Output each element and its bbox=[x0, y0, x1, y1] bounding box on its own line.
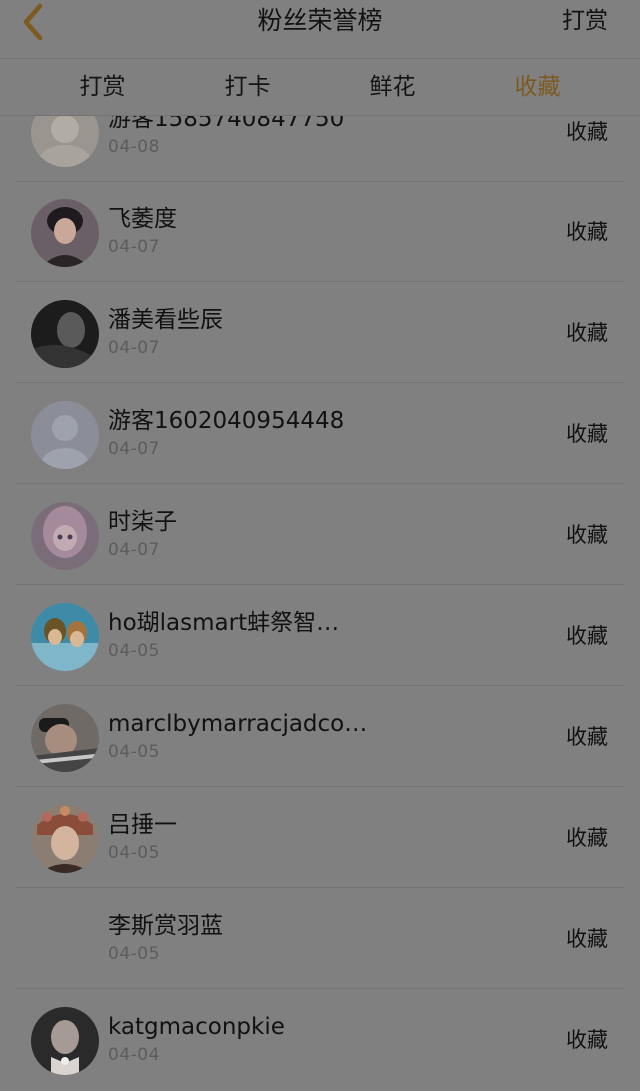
divider bbox=[16, 685, 624, 686]
avatar bbox=[31, 300, 99, 368]
divider bbox=[16, 988, 624, 989]
divider bbox=[16, 483, 624, 484]
action-type-label: 收藏 bbox=[566, 321, 608, 345]
action-type-label: 收藏 bbox=[566, 624, 608, 648]
divider bbox=[16, 887, 624, 888]
user-name: 飞萎度 bbox=[108, 206, 177, 232]
action-type-label: 收藏 bbox=[566, 725, 608, 749]
list-item[interactable]: 飞萎度 04-07 收藏 bbox=[0, 182, 640, 282]
list-item[interactable]: 吕捶一 04-05 收藏 bbox=[0, 788, 640, 888]
user-name: 游客1602040954448 bbox=[108, 408, 345, 434]
tab-flowers[interactable]: 鲜花 bbox=[320, 59, 465, 115]
nav-header: 粉丝荣誉榜 打赏 bbox=[0, 0, 640, 59]
divider bbox=[16, 584, 624, 585]
user-name: 时柒子 bbox=[108, 509, 177, 535]
user-name: 李斯赏羽蓝 bbox=[108, 913, 223, 939]
list-item[interactable]: 潘美看些辰 04-07 收藏 bbox=[0, 283, 640, 383]
date-label: 04-07 bbox=[108, 540, 160, 560]
avatar bbox=[31, 704, 99, 772]
user-name: 潘美看些辰 bbox=[108, 307, 223, 333]
date-label: 04-05 bbox=[108, 843, 160, 863]
action-type-label: 收藏 bbox=[566, 1028, 608, 1052]
date-label: 04-07 bbox=[108, 439, 160, 459]
tab-bar: 打赏 打卡 鲜花 收藏 bbox=[0, 59, 640, 116]
user-name: 吕捶一 bbox=[108, 812, 177, 838]
action-type-label: 收藏 bbox=[566, 220, 608, 244]
avatar bbox=[31, 199, 99, 267]
user-name: ho瑚lasmart蚌祭智… bbox=[108, 610, 340, 636]
user-name: katgmaconpkie bbox=[108, 1014, 285, 1040]
action-type-label: 收藏 bbox=[566, 120, 608, 144]
tab-checkin[interactable]: 打卡 bbox=[175, 59, 320, 115]
divider bbox=[16, 382, 624, 383]
date-label: 04-07 bbox=[108, 237, 160, 257]
avatar bbox=[31, 603, 99, 671]
action-type-label: 收藏 bbox=[566, 826, 608, 850]
action-type-label: 收藏 bbox=[566, 422, 608, 446]
tab-favorites[interactable]: 收藏 bbox=[465, 59, 610, 115]
avatar bbox=[31, 805, 99, 873]
avatar bbox=[31, 401, 99, 469]
date-label: 04-05 bbox=[108, 742, 160, 762]
user-name: marclbymarracjadco… bbox=[108, 711, 368, 737]
date-label: 04-07 bbox=[108, 338, 160, 358]
list-item[interactable]: marclbymarracjadco… 04-05 收藏 bbox=[0, 687, 640, 787]
list-item[interactable]: 李斯赏羽蓝 04-05 收藏 bbox=[0, 889, 640, 989]
avatar bbox=[31, 502, 99, 570]
date-label: 04-05 bbox=[108, 641, 160, 661]
date-label: 04-08 bbox=[108, 137, 160, 157]
divider bbox=[16, 786, 624, 787]
list-item[interactable]: 时柒子 04-07 收藏 bbox=[0, 485, 640, 585]
fan-list[interactable]: 游客1585740847750 04-08 收藏 飞萎度 04-07 收藏 潘美… bbox=[0, 82, 640, 1091]
action-type-label: 收藏 bbox=[566, 523, 608, 547]
date-label: 04-04 bbox=[108, 1045, 160, 1065]
avatar bbox=[31, 906, 99, 974]
date-label: 04-05 bbox=[108, 944, 160, 964]
avatar bbox=[31, 1007, 99, 1075]
reward-button[interactable]: 打赏 bbox=[562, 3, 608, 39]
fan-honor-page: 游客1585740847750 04-08 收藏 飞萎度 04-07 收藏 潘美… bbox=[0, 0, 640, 1091]
action-type-label: 收藏 bbox=[566, 927, 608, 951]
divider bbox=[16, 281, 624, 282]
list-item[interactable]: 游客1602040954448 04-07 收藏 bbox=[0, 384, 640, 484]
page-title: 粉丝荣誉榜 bbox=[257, 6, 383, 35]
tab-reward[interactable]: 打赏 bbox=[30, 59, 175, 115]
list-item[interactable]: ho瑚lasmart蚌祭智… 04-05 收藏 bbox=[0, 586, 640, 686]
list-item[interactable]: katgmaconpkie 04-04 收藏 bbox=[0, 990, 640, 1090]
